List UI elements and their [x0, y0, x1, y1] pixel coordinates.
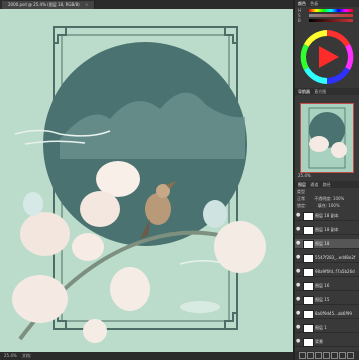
layer-filter-kind[interactable]: 类型 — [297, 189, 305, 195]
link-icon[interactable] — [299, 352, 306, 359]
status-zoom[interactable]: 25.4% — [4, 353, 17, 358]
layer-row[interactable]: ● 图层 1 — [295, 323, 359, 333]
new-layer-icon[interactable] — [339, 352, 346, 359]
layer-row[interactable]: ● 图层 16 — [295, 281, 359, 291]
opacity-value[interactable]: 100% — [333, 196, 344, 201]
document-tab-title: 2000.psd @ 25.4% (图层 18, RGB/8) — [8, 2, 80, 7]
trash-icon[interactable] — [347, 352, 354, 359]
layer-thumbnail — [303, 212, 314, 221]
layers-panel: 类型 正常 不透明度: 100% 锁定: 填充: 100% ● 图层 18 副本 ●… — [295, 188, 359, 360]
layer-row[interactable]: ● 图层 18 — [295, 239, 359, 249]
layer-name: 8a0f9d45...ab6f99 — [315, 311, 352, 316]
fill-label: 填充: — [317, 203, 327, 208]
layer-name: 98a9f6fd..f7a5b26d — [315, 269, 355, 274]
layer-thumbnail — [303, 268, 314, 277]
visibility-eye-icon[interactable]: ● — [296, 241, 301, 246]
document-tab-bar: 2000.psd @ 25.4% (图层 18, RGB/8) × — [0, 0, 293, 9]
layer-name: 5547f283_..ed48e2f — [315, 255, 356, 260]
layer-name: 图层 16 — [315, 283, 330, 288]
fx-icon[interactable] — [307, 352, 314, 359]
saturation-slider-icon[interactable] — [309, 14, 353, 17]
lock-row: 锁定: 填充: 100% — [297, 203, 340, 209]
layer-row[interactable]: ● 98a9f6fd..f7a5b26d — [295, 267, 359, 277]
opacity-label: 不透明度: — [314, 196, 332, 201]
tab-navigator[interactable]: 导航器 — [298, 89, 310, 94]
color-sliders: H S B — [295, 8, 359, 24]
tab-paths[interactable]: 路径 — [323, 182, 331, 187]
right-panels: 颜色 色板 H S B 导航器 直方图 25.4% 图层 通道 路径 类型 正常… — [295, 0, 359, 360]
visibility-eye-icon[interactable]: ● — [296, 339, 301, 344]
layer-name: 图层 18 — [315, 241, 330, 246]
blend-mode-select[interactable]: 正常 — [297, 196, 305, 201]
blend-row: 正常 不透明度: 100% — [297, 196, 344, 202]
navigator-zoom-row: 25.4% — [295, 173, 359, 179]
artwork — [12, 26, 266, 343]
layer-thumbnail — [303, 310, 314, 319]
mask-icon[interactable] — [315, 352, 322, 359]
tab-color[interactable]: 颜色 — [298, 1, 306, 6]
layers-footer — [295, 351, 359, 360]
tab-histogram[interactable]: 直方图 — [314, 89, 326, 94]
visibility-eye-icon[interactable]: ● — [296, 311, 301, 316]
canvas[interactable] — [0, 9, 293, 352]
brightness-label: B — [298, 18, 301, 23]
close-icon[interactable]: × — [85, 2, 88, 7]
visibility-eye-icon[interactable]: ● — [296, 297, 301, 302]
layer-row[interactable]: ● 5547f283_..ed48e2f — [295, 253, 359, 263]
status-bar: 25.4% 文档: — [0, 352, 293, 360]
brightness-slider-icon[interactable] — [309, 19, 353, 22]
visibility-eye-icon[interactable]: ● — [296, 227, 301, 232]
layer-thumbnail — [303, 226, 314, 235]
layer-thumbnail — [303, 240, 314, 249]
layer-name: 图层 18 副本 — [315, 227, 339, 232]
tab-layers[interactable]: 图层 — [298, 182, 306, 187]
layer-row[interactable]: ● 图层 15 — [295, 295, 359, 305]
layer-row[interactable]: ● 图层 18 副本 — [295, 225, 359, 235]
layer-list: ● 图层 18 副本 ● 图层 18 副本 ● 图层 18 ● 5547f283_..ed48… — [295, 211, 359, 351]
visibility-eye-icon[interactable]: ● — [296, 283, 301, 288]
color-wheel[interactable] — [295, 26, 359, 88]
folder-icon[interactable] — [331, 352, 338, 359]
layer-name: 背景 — [315, 339, 323, 344]
layer-row[interactable]: ● 背景 — [295, 337, 359, 347]
lock-label: 锁定: — [297, 203, 307, 208]
layer-row[interactable]: ● 图层 18 副本 — [295, 211, 359, 221]
layer-name: 图层 1 — [315, 325, 327, 330]
status-info: 文档: — [22, 353, 32, 358]
hue-slider-icon[interactable] — [309, 9, 353, 12]
fill-value[interactable]: 100% — [328, 203, 339, 208]
layer-name: 图层 18 副本 — [315, 213, 339, 218]
visibility-eye-icon[interactable]: ● — [296, 213, 301, 218]
layer-row[interactable]: ● 8a0f9d45...ab6f99 — [295, 309, 359, 319]
layer-thumbnail — [303, 296, 314, 305]
document-tab[interactable]: 2000.psd @ 25.4% (图层 18, RGB/8) × — [2, 1, 96, 9]
adjustment-icon[interactable] — [323, 352, 330, 359]
layer-name: 图层 15 — [315, 297, 330, 302]
tab-channels[interactable]: 通道 — [310, 182, 318, 187]
layer-thumbnail — [303, 282, 314, 291]
navigator-thumbnail[interactable] — [300, 103, 354, 173]
tab-swatches[interactable]: 色板 — [310, 1, 318, 6]
cloud-puff — [180, 301, 220, 313]
navigator-tabs: 导航器 直方图 — [295, 88, 359, 95]
visibility-eye-icon[interactable]: ● — [296, 325, 301, 330]
layer-thumbnail — [303, 338, 314, 347]
layer-thumbnail — [303, 254, 314, 263]
visibility-eye-icon[interactable]: ● — [296, 255, 301, 260]
visibility-eye-icon[interactable]: ● — [296, 269, 301, 274]
navigator-zoom[interactable]: 25.4% — [298, 173, 311, 178]
layers-panel-tabs: 图层 通道 路径 — [295, 181, 359, 188]
layer-thumbnail — [303, 324, 314, 333]
color-panel-tabs: 颜色 色板 — [295, 0, 359, 7]
